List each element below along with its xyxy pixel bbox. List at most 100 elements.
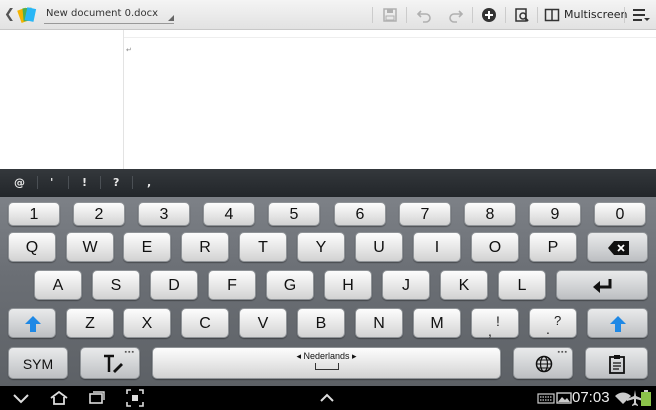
more-dots-icon: ▪▪▪ xyxy=(557,349,568,356)
key-i[interactable]: I xyxy=(413,232,461,262)
key-g[interactable]: G xyxy=(266,270,314,300)
sym-key[interactable]: SYM xyxy=(8,347,68,379)
undo-icon[interactable] xyxy=(416,7,432,23)
key-m[interactable]: M xyxy=(413,308,461,338)
key-label: 3 xyxy=(159,206,169,223)
key-a[interactable]: A xyxy=(34,270,82,300)
key-label: R xyxy=(199,239,211,256)
key-6[interactable]: 6 xyxy=(334,202,386,226)
key-label: 2 xyxy=(94,206,104,223)
document-page[interactable]: ↵ xyxy=(124,37,656,169)
key-label: T xyxy=(258,239,268,256)
backspace-icon xyxy=(608,241,629,255)
key-5[interactable]: 5 xyxy=(268,202,320,226)
insert-icon[interactable] xyxy=(481,7,497,23)
document-title[interactable]: New document 0.docx xyxy=(46,8,158,19)
document-area: ↵ xyxy=(0,30,656,169)
key-label: X xyxy=(141,315,153,332)
suggestion-item[interactable]: ? xyxy=(113,176,119,189)
key-comma[interactable]: , ! xyxy=(471,308,519,339)
key-label: A xyxy=(52,277,64,294)
key-w[interactable]: W xyxy=(66,232,114,262)
clock: 07:03 xyxy=(572,389,610,406)
key-period[interactable]: . ? xyxy=(529,308,577,338)
key-l[interactable]: L xyxy=(498,270,546,300)
key-7[interactable]: 7 xyxy=(399,202,451,226)
suggestion-item[interactable]: @ xyxy=(14,176,25,189)
app-logo-icon[interactable] xyxy=(16,4,38,26)
key-s[interactable]: S xyxy=(92,270,140,300)
hide-keyboard-icon[interactable] xyxy=(12,389,30,407)
onscreen-keyboard: 1 2 3 4 5 6 7 8 9 0 Q W E R T Y U I O P … xyxy=(0,197,656,386)
backspace-key[interactable] xyxy=(587,232,648,262)
key-b[interactable]: B xyxy=(297,308,345,338)
key-4[interactable]: 4 xyxy=(203,202,255,226)
key-label: H xyxy=(342,277,354,294)
key-r[interactable]: R xyxy=(181,232,229,262)
key-3[interactable]: 3 xyxy=(138,202,190,226)
multiscreen-icon[interactable] xyxy=(544,7,560,23)
key-y[interactable]: Y xyxy=(297,232,345,262)
key-d[interactable]: D xyxy=(150,270,198,300)
key-label: L xyxy=(517,277,527,294)
punctuation-suggestion-bar: @ ' ! ? , xyxy=(0,169,656,197)
key-c[interactable]: C xyxy=(181,308,229,338)
key-q[interactable]: Q xyxy=(8,232,56,262)
key-label: , xyxy=(488,323,492,339)
back-icon[interactable]: ❮ xyxy=(4,7,15,23)
handwriting-key[interactable]: ▪▪▪ xyxy=(80,347,140,379)
key-z[interactable]: Z xyxy=(66,308,114,338)
key-t[interactable]: T xyxy=(239,232,287,262)
toolbar-divider xyxy=(505,7,506,23)
view-icon[interactable] xyxy=(514,7,530,23)
clipboard-key[interactable] xyxy=(585,347,648,379)
key-f[interactable]: F xyxy=(208,270,256,300)
key-label: U xyxy=(373,239,385,256)
key-8[interactable]: 8 xyxy=(464,202,516,226)
recent-apps-icon[interactable] xyxy=(88,389,106,407)
suggestion-divider xyxy=(37,176,38,189)
enter-key[interactable] xyxy=(556,270,648,300)
suggestion-item[interactable]: ' xyxy=(50,176,53,189)
key-p[interactable]: P xyxy=(529,232,577,262)
key-h[interactable]: H xyxy=(324,270,372,300)
suggestion-item[interactable]: ! xyxy=(82,176,87,189)
screenshot-icon[interactable] xyxy=(126,389,144,407)
key-x[interactable]: X xyxy=(123,308,171,338)
home-icon[interactable] xyxy=(50,389,68,407)
key-o[interactable]: O xyxy=(471,232,519,262)
key-k[interactable]: K xyxy=(440,270,488,300)
key-e[interactable]: E xyxy=(123,232,171,262)
key-j[interactable]: J xyxy=(382,270,430,300)
shift-key-right[interactable] xyxy=(587,308,648,338)
title-dropdown-icon[interactable] xyxy=(168,15,174,21)
key-n[interactable]: N xyxy=(355,308,403,338)
multiscreen-label[interactable]: Multiscreen xyxy=(564,8,627,21)
key-label: 6 xyxy=(355,206,365,223)
key-2[interactable]: 2 xyxy=(73,202,125,226)
key-label: W xyxy=(82,239,98,256)
key-9[interactable]: 9 xyxy=(529,202,581,226)
menu-icon[interactable] xyxy=(632,7,650,23)
space-key[interactable]: ◂ Nederlands ▸ xyxy=(152,347,501,379)
app-toolbar: ❮ New document 0.docx Multiscreen xyxy=(0,0,656,30)
key-label: 5 xyxy=(289,206,299,223)
language-name: Nederlands xyxy=(303,351,350,361)
save-icon[interactable] xyxy=(382,7,398,23)
key-label: P xyxy=(547,239,559,256)
more-dots-icon: ▪▪▪ xyxy=(124,349,135,356)
key-1[interactable]: 1 xyxy=(8,202,60,226)
document-left-margin xyxy=(0,30,124,169)
key-0[interactable]: 0 xyxy=(594,202,646,226)
key-u[interactable]: U xyxy=(355,232,403,262)
key-label: 4 xyxy=(224,206,234,223)
key-label: N xyxy=(373,315,385,332)
shift-key-left[interactable] xyxy=(8,308,56,338)
suggestion-item[interactable]: , xyxy=(147,176,151,189)
key-v[interactable]: V xyxy=(239,308,287,338)
redo-icon[interactable] xyxy=(448,7,464,23)
language-key[interactable]: ▪▪▪ xyxy=(513,347,573,379)
key-alt-label: ! xyxy=(496,313,500,329)
globe-icon xyxy=(535,355,553,373)
up-chevron-icon[interactable] xyxy=(318,389,336,407)
